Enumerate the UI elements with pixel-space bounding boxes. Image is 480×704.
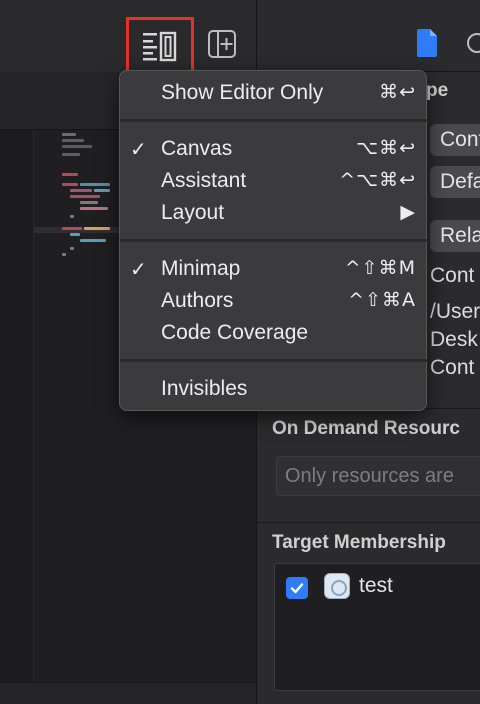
add-editor-button[interactable]: [204, 26, 240, 62]
editor-options-menu: Show Editor Only ⌘↩ ✓ Canvas ⌥⌘↩ Assista…: [119, 70, 428, 411]
menu-item-label: Authors: [161, 289, 234, 312]
on-demand-info-field: Only resources are: [276, 456, 480, 496]
relative-popup[interactable]: Rela: [430, 220, 480, 252]
checkmark-icon: ✓: [130, 139, 147, 161]
history-inspector-button[interactable]: [466, 32, 480, 54]
menu-item-label: Invisibles: [161, 377, 248, 400]
file-type-popup[interactable]: Cont: [430, 124, 480, 156]
full-path-line: Desk: [430, 328, 478, 351]
menu-item-label: Layout: [161, 201, 225, 224]
minimap-line: [62, 153, 80, 156]
menu-item-assistant[interactable]: Assistant ^⌥⌘↩: [120, 167, 428, 197]
minimap-line: [62, 133, 76, 136]
line-number-gutter: [0, 131, 34, 704]
history-icon: [467, 33, 480, 53]
minimap-line: [62, 227, 82, 230]
add-editor-right-icon: [208, 30, 236, 58]
menu-shortcut: ⌥⌘↩: [356, 137, 416, 159]
file-icon: [417, 29, 437, 57]
location-text: Cont: [430, 264, 475, 287]
location-popup[interactable]: Defa: [430, 166, 480, 198]
full-path-line: Cont: [430, 356, 475, 379]
checkmark-icon: [290, 583, 304, 594]
menu-item-code-coverage[interactable]: Code Coverage: [120, 319, 428, 349]
menu-shortcut: ^⇧⌘M: [344, 257, 416, 279]
menu-item-label: Show Editor Only: [161, 81, 324, 104]
minimap-line: [80, 207, 108, 210]
minimap-line: [62, 145, 92, 148]
target-checkbox[interactable]: [286, 577, 308, 599]
minimap-line: [84, 227, 110, 230]
full-path-line: /User: [430, 300, 480, 323]
menu-item-invisibles[interactable]: Invisibles: [120, 375, 428, 405]
target-membership-heading: Target Membership: [272, 532, 446, 553]
editor-options-icon: [143, 31, 177, 62]
on-demand-resources-heading: On Demand Resourc: [272, 418, 460, 439]
minimap-line: [62, 253, 66, 256]
minimap-line: [80, 239, 106, 242]
editor-status-bar: [0, 682, 256, 704]
menu-item-layout[interactable]: Layout ▶: [120, 199, 428, 229]
type-heading: pe: [426, 80, 449, 101]
minimap-line: [70, 247, 74, 250]
minimap-line: [94, 189, 110, 192]
editor-options-button[interactable]: [126, 17, 194, 75]
menu-shortcut: ^⇧⌘A: [348, 289, 416, 311]
menu-item-show-editor-only[interactable]: Show Editor Only ⌘↩: [120, 79, 428, 109]
file-inspector-button[interactable]: [412, 26, 442, 60]
minimap-line: [80, 183, 110, 186]
section-divider: [256, 522, 480, 523]
menu-separator: [120, 119, 428, 122]
target-membership-list: test: [274, 563, 480, 691]
target-name: test: [359, 574, 393, 597]
app-target-icon: [324, 573, 350, 599]
menu-shortcut: ^⌥⌘↩: [339, 169, 416, 191]
menu-item-label: Code Coverage: [161, 321, 309, 344]
menu-item-label: Canvas: [161, 137, 233, 160]
menu-item-label: Minimap: [161, 257, 241, 280]
minimap-line: [70, 233, 80, 236]
checkmark-icon: ✓: [130, 259, 147, 281]
minimap-line: [62, 139, 84, 142]
menu-item-canvas[interactable]: ✓ Canvas ⌥⌘↩: [120, 135, 428, 165]
menu-separator: [120, 359, 428, 362]
minimap-line: [80, 201, 98, 204]
submenu-arrow-icon: ▶: [400, 201, 416, 223]
menu-item-authors[interactable]: Authors ^⇧⌘A: [120, 287, 428, 317]
minimap-line: [70, 189, 92, 192]
menu-separator: [120, 239, 428, 242]
menu-item-label: Assistant: [161, 169, 247, 192]
divider: [256, 0, 257, 72]
toolbar: [0, 0, 480, 72]
minimap-line: [70, 195, 100, 198]
minimap-line: [62, 173, 78, 176]
minimap-line: [70, 215, 74, 218]
menu-item-minimap[interactable]: ✓ Minimap ^⇧⌘M: [120, 255, 428, 285]
minimap-line: [62, 183, 78, 186]
menu-shortcut: ⌘↩: [379, 81, 416, 103]
